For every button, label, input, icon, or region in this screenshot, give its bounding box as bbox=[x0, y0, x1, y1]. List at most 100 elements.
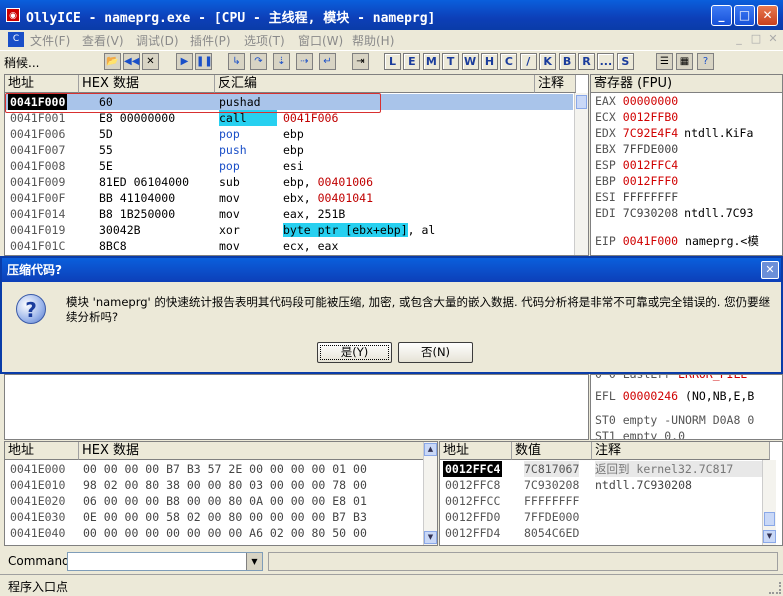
dump-row[interactable]: 0041E010 98 02 00 80 38 00 00 80 03 00 00… bbox=[5, 477, 421, 493]
dump-scrollbar[interactable]: ▲ ▼ bbox=[423, 442, 437, 545]
trace-into-icon[interactable]: ⇣ bbox=[273, 53, 290, 70]
menu-item-6[interactable]: 帮助(H) bbox=[352, 32, 402, 49]
register-edi[interactable]: EDI 7C930208 ntdll.7C93 bbox=[595, 206, 782, 222]
disasm-row-selected[interactable]: 0041F000 60 pushad bbox=[5, 94, 573, 110]
goto-icon[interactable]: ⇥ bbox=[352, 53, 369, 70]
register-ebp[interactable]: EBP 0012FFF0 bbox=[595, 174, 782, 190]
menu-item-0[interactable]: 文件(F) bbox=[30, 32, 78, 49]
help-icon[interactable]: ? bbox=[697, 53, 714, 70]
disasm-scrollbar[interactable] bbox=[574, 93, 588, 255]
registers-pane[interactable]: 寄存器 (FPU) EAX 00000000 ECX 0012FFB0 EDX 7C92E… bbox=[590, 74, 783, 256]
stack-header-address[interactable]: 地址 bbox=[440, 442, 512, 460]
stack-header-comment[interactable]: 注释 bbox=[592, 442, 770, 460]
toolbar-button-k[interactable]: K bbox=[539, 53, 557, 70]
toolbar-button-slash[interactable]: / bbox=[519, 53, 537, 70]
disasm-row[interactable]: 0041F00F BB 41104000 mov ebx, 00401041 bbox=[5, 190, 573, 206]
stack-row[interactable]: 0012FFC8 7C930208 ntdll.7C930208 bbox=[440, 477, 762, 493]
toolbar-button-m[interactable]: M bbox=[422, 53, 440, 70]
cpu-window-icon[interactable]: C bbox=[8, 32, 24, 47]
disassembly-pane[interactable]: 地址 HEX 数据 反汇编 注释 0041F000 60 pushad 0041F00… bbox=[4, 74, 589, 256]
stack-scroll-down-icon[interactable]: ▼ bbox=[763, 530, 776, 543]
menu-item-2[interactable]: 调试(D) bbox=[136, 32, 187, 49]
stack-row[interactable]: 0012FFD0 7FFDE000 bbox=[440, 509, 762, 525]
toolbar-button-w[interactable]: W bbox=[461, 53, 479, 70]
dump-row[interactable]: 0041E000 00 00 00 00 B7 B3 57 2E 00 00 00… bbox=[5, 461, 421, 477]
dump-header-address[interactable]: 地址 bbox=[5, 442, 79, 460]
toolbar-button-r[interactable]: R bbox=[578, 53, 595, 70]
register-lower-row[interactable]: ST0 empty -UNORM D0A8 0 bbox=[595, 413, 782, 429]
disasm-row[interactable]: 0041F019 30042B xor byte ptr [ebx+ebp], al bbox=[5, 222, 573, 238]
close-file-icon[interactable]: ✕ bbox=[142, 53, 159, 70]
disasm-row[interactable]: 0041F001 E8 00000000 call 0041F006 bbox=[5, 110, 573, 126]
disasm-row[interactable]: 0041F009 81ED 06104000 sub ebp, 00401006 bbox=[5, 174, 573, 190]
step-into-icon[interactable]: ↳ bbox=[228, 53, 245, 70]
toolbar-button-dots[interactable]: ... bbox=[597, 53, 615, 70]
stack-row-selected[interactable]: 0012FFC4 7C817067 返回到 kernel32.7C817 bbox=[440, 461, 762, 477]
register-lower-row[interactable]: EFL 00000246 (NO,NB,E,B bbox=[595, 389, 782, 405]
menu-item-1[interactable]: 查看(V) bbox=[82, 32, 132, 49]
register-eip[interactable]: EIP 0041F000 nameprg.<模 bbox=[595, 233, 782, 249]
menu-item-5[interactable]: 窗口(W) bbox=[298, 32, 351, 49]
stack-scrollbar[interactable]: ▼ bbox=[762, 460, 776, 545]
register-lower-row[interactable]: ST1 empty 0.0 bbox=[595, 429, 782, 439]
trace-over-icon[interactable]: ⇢ bbox=[296, 53, 313, 70]
minimize-button[interactable]: _ bbox=[711, 5, 732, 26]
mdi-restore-button[interactable]: □ bbox=[749, 33, 763, 46]
execute-till-return-icon[interactable]: ↵ bbox=[319, 53, 336, 70]
command-input[interactable]: ▼ bbox=[67, 552, 263, 571]
disasm-row[interactable]: 0041F007 55 push ebp bbox=[5, 142, 573, 158]
resize-grip-icon[interactable] bbox=[769, 582, 781, 594]
toolbar-button-e[interactable]: E bbox=[403, 53, 421, 70]
dump-row[interactable]: 0041E020 06 00 00 00 B8 00 00 80 0A 00 00… bbox=[5, 493, 421, 509]
yes-button[interactable]: 是(Y) bbox=[317, 342, 392, 363]
dump-scroll-up-icon[interactable]: ▲ bbox=[424, 443, 437, 456]
register-edx[interactable]: EDX 7C92E4F4 ntdll.KiFa bbox=[595, 126, 782, 142]
dump-scroll-down-icon[interactable]: ▼ bbox=[424, 531, 437, 544]
disasm-row[interactable]: 0041F008 5E pop esi bbox=[5, 158, 573, 174]
mdi-close-button[interactable]: ✕ bbox=[766, 33, 780, 46]
dump-header-hex[interactable]: HEX 数据 bbox=[79, 442, 437, 460]
no-button[interactable]: 否(N) bbox=[398, 342, 473, 363]
disasm-header-address[interactable]: 地址 bbox=[5, 75, 79, 93]
step-over-icon[interactable]: ↷ bbox=[250, 53, 267, 70]
disasm-row[interactable]: 0041F006 5D pop ebp bbox=[5, 126, 573, 142]
disasm-row[interactable]: 0041F014 B8 1B250000 mov eax, 251B bbox=[5, 206, 573, 222]
toolbar-button-c[interactable]: C bbox=[500, 53, 518, 70]
register-ecx[interactable]: ECX 0012FFB0 bbox=[595, 110, 782, 126]
rewind-icon[interactable]: ◀◀ bbox=[123, 53, 140, 70]
disasm-header-hex[interactable]: HEX 数据 bbox=[79, 75, 215, 93]
disasm-row[interactable]: 0041F01C 8BC8 mov ecx, eax bbox=[5, 238, 573, 254]
toolbar-button-s[interactable]: S bbox=[616, 53, 634, 70]
chevron-down-icon[interactable]: ▼ bbox=[246, 553, 262, 570]
stack-header-value[interactable]: 数值 bbox=[512, 442, 592, 460]
maximize-button[interactable]: □ bbox=[734, 5, 755, 26]
list-icon[interactable]: ☰ bbox=[656, 53, 673, 70]
pause-icon[interactable]: ❚❚ bbox=[195, 53, 213, 70]
disasm-header-disasm[interactable]: 反汇编 bbox=[215, 75, 535, 93]
run-icon[interactable]: ▶ bbox=[176, 53, 193, 70]
toolbar-button-l[interactable]: L bbox=[384, 53, 401, 70]
disasm-header-comment[interactable]: 注释 bbox=[535, 75, 576, 93]
register-eax[interactable]: EAX 00000000 bbox=[595, 94, 782, 110]
register-esi[interactable]: ESI FFFFFFFF bbox=[595, 190, 782, 206]
open-icon[interactable]: 📂 bbox=[104, 53, 121, 70]
dump-row[interactable]: 0041E030 0E 00 00 00 58 02 00 80 00 00 00… bbox=[5, 509, 421, 525]
disasm-scroll-thumb[interactable] bbox=[576, 95, 587, 109]
stack-row[interactable]: 0012FFD4 8054C6ED bbox=[440, 525, 762, 541]
dump-row[interactable]: 0041E040 00 00 00 00 00 00 00 00 A6 02 00… bbox=[5, 525, 421, 541]
dialog-close-button[interactable]: ✕ bbox=[761, 261, 779, 279]
register-lower-row[interactable]: 0 0 LastErr ERROR_FILE bbox=[595, 375, 782, 383]
stack-pane[interactable]: 地址 数值 注释 0012FFC4 7C817067 返回到 kernel32.7C… bbox=[439, 441, 783, 546]
grid-icon[interactable]: ▦ bbox=[676, 53, 693, 70]
dump-pane[interactable]: 地址 HEX 数据 0041E000 00 00 00 00 B7 B3 57 2… bbox=[4, 441, 438, 546]
register-esp[interactable]: ESP 0012FFC4 bbox=[595, 158, 782, 174]
mdi-minimize-button[interactable]: _ bbox=[732, 33, 746, 46]
menu-item-3[interactable]: 插件(P) bbox=[190, 32, 239, 49]
toolbar-button-h[interactable]: H bbox=[481, 53, 498, 70]
close-button[interactable]: ✕ bbox=[757, 5, 778, 26]
register-ebx[interactable]: EBX 7FFDE000 bbox=[595, 142, 782, 158]
toolbar-button-b[interactable]: B bbox=[558, 53, 576, 70]
toolbar-button-t[interactable]: T bbox=[442, 53, 460, 70]
menu-item-4[interactable]: 选项(T) bbox=[244, 32, 293, 49]
stack-scroll-thumb[interactable] bbox=[764, 512, 775, 526]
